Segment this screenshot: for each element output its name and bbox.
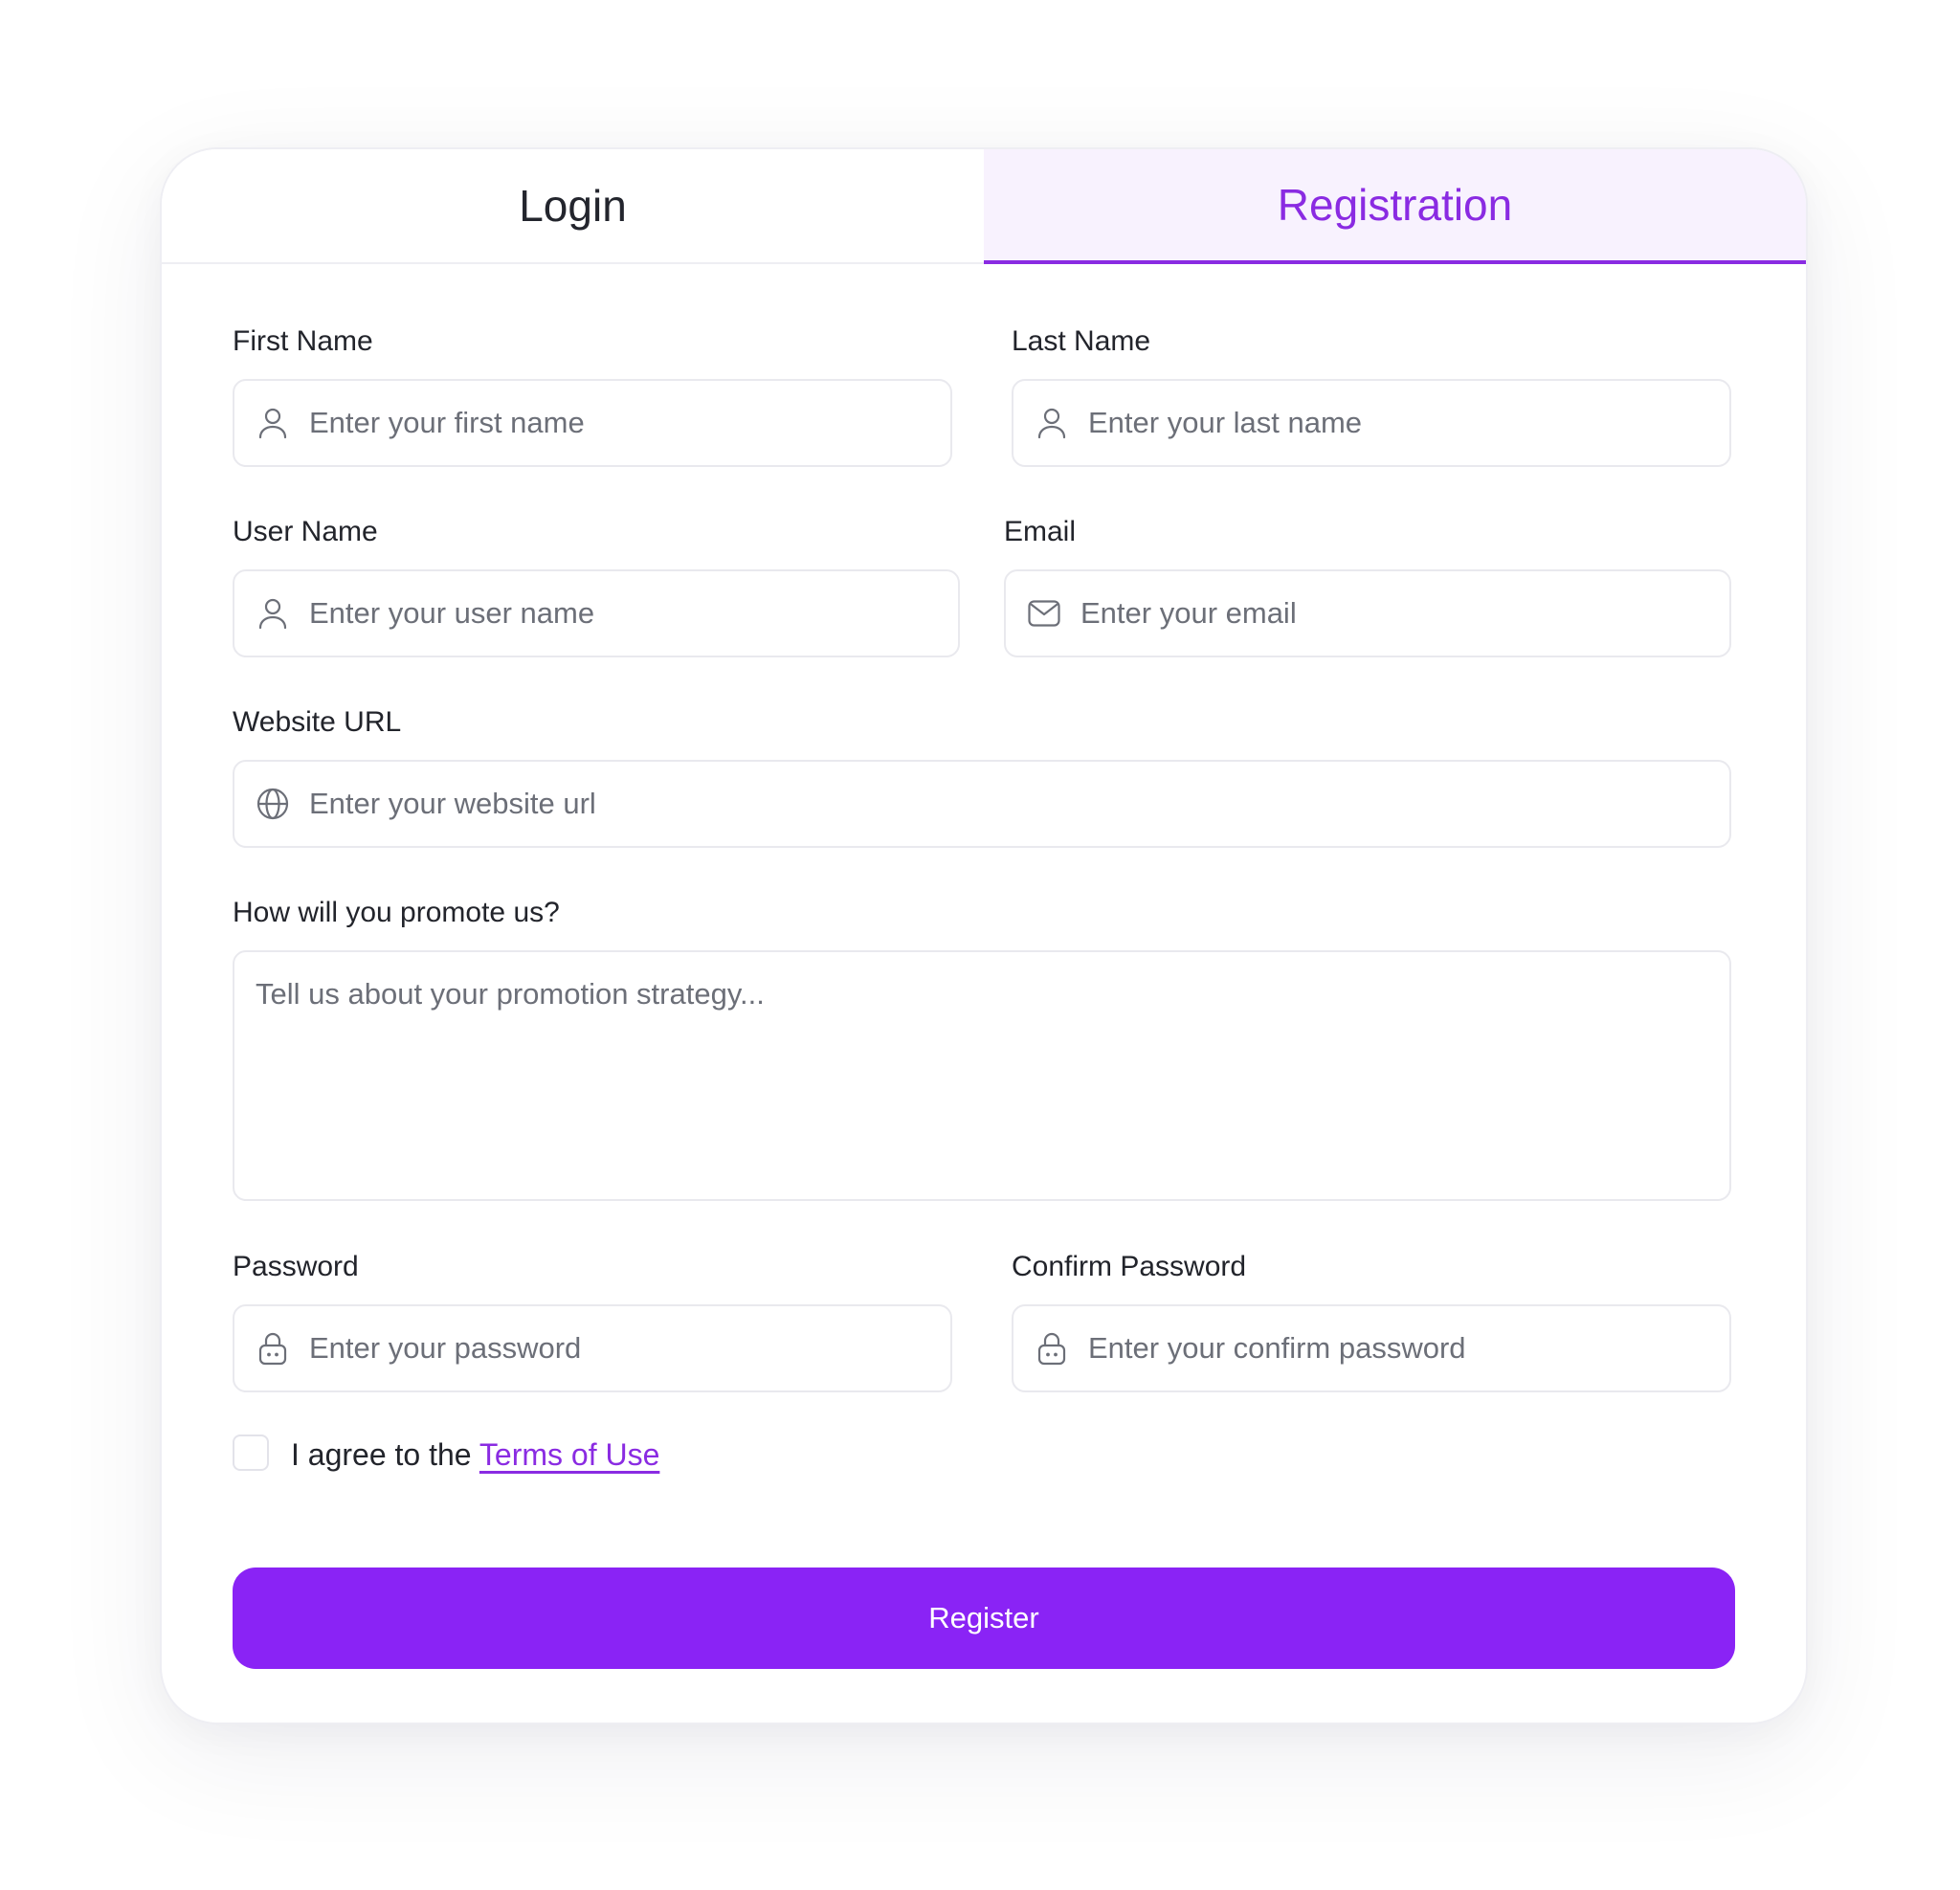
user-icon (1035, 406, 1069, 440)
tab-registration[interactable]: Registration (984, 149, 1806, 264)
terms-of-use-link[interactable]: Terms of Use (479, 1437, 659, 1472)
first-name-field[interactable] (233, 379, 952, 467)
first-name-input[interactable] (309, 406, 950, 440)
promotion-textarea[interactable] (234, 952, 1729, 1199)
confirm-password-label: Confirm Password (1012, 1251, 1247, 1282)
email-label: Email (1004, 516, 1077, 547)
website-url-field[interactable] (233, 760, 1731, 848)
tab-login[interactable]: Login (162, 149, 984, 262)
user-name-field[interactable] (233, 569, 960, 657)
globe-icon (256, 787, 290, 821)
user-name-input[interactable] (309, 596, 958, 631)
registration-card: Login Registration First Name Last Name … (160, 147, 1808, 1724)
last-name-label: Last Name (1012, 325, 1151, 357)
user-icon (256, 596, 290, 631)
password-input[interactable] (309, 1331, 950, 1366)
auth-tabs: Login Registration (162, 149, 1806, 264)
terms-text: I agree to the Terms of Use (291, 1439, 659, 1470)
password-label: Password (233, 1251, 359, 1282)
terms-prefix: I agree to the (291, 1437, 479, 1472)
email-field[interactable] (1004, 569, 1731, 657)
last-name-field[interactable] (1012, 379, 1731, 467)
promotion-label: How will you promote us? (233, 897, 560, 928)
promotion-textarea-box (233, 950, 1731, 1201)
email-input[interactable] (1080, 596, 1729, 631)
website-url-label: Website URL (233, 706, 402, 738)
confirm-password-input[interactable] (1088, 1331, 1729, 1366)
lock-icon (256, 1331, 290, 1366)
user-icon (256, 406, 290, 440)
register-button[interactable]: Register (233, 1568, 1735, 1669)
password-field[interactable] (233, 1304, 952, 1392)
confirm-password-field[interactable] (1012, 1304, 1731, 1392)
last-name-input[interactable] (1088, 406, 1729, 440)
website-url-input[interactable] (309, 787, 1729, 821)
lock-icon (1035, 1331, 1069, 1366)
user-name-label: User Name (233, 516, 378, 547)
first-name-label: First Name (233, 325, 373, 357)
terms-checkbox[interactable] (233, 1434, 269, 1471)
mail-icon (1027, 596, 1061, 631)
